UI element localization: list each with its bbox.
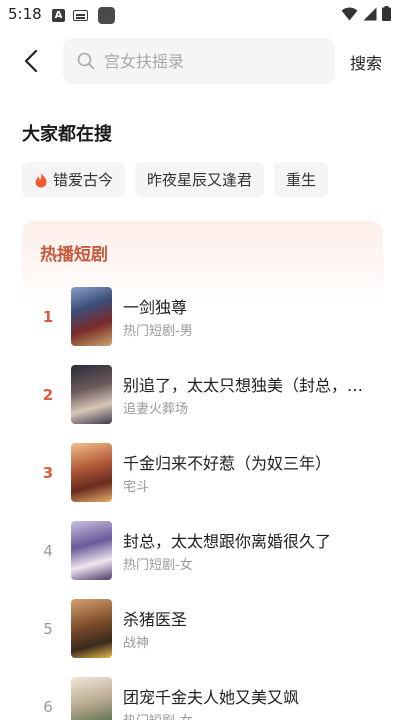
ranking-title: 热播短剧 <box>40 245 108 265</box>
drama-cover <box>71 677 112 720</box>
keyboard-icon <box>73 10 88 21</box>
search-button[interactable]: 搜索 <box>350 50 382 74</box>
drama-title: 别追了，太太只想独美（封总，… <box>123 376 363 395</box>
search-header: 搜索 <box>0 38 405 84</box>
battery-icon <box>382 6 391 21</box>
ranking-item[interactable]: 3 千金归来不好惹（为奴三年） 宅斗 <box>22 443 383 505</box>
fire-icon <box>34 172 48 188</box>
drama-cover <box>71 443 112 502</box>
drama-category: 热门短剧-男 <box>123 324 193 339</box>
drama-title: 千金归来不好惹（为奴三年） <box>123 454 332 473</box>
hot-search-tag-label: 昨夜星辰又逢君 <box>147 171 253 189</box>
signal-icon <box>363 7 377 20</box>
search-input[interactable] <box>104 51 324 71</box>
drama-title: 一剑独尊 <box>123 298 188 317</box>
status-bar: 5:18 A <box>0 0 405 32</box>
status-notification-icons: A <box>52 7 115 24</box>
rank-number: 3 <box>42 464 54 482</box>
app-square-icon <box>98 7 115 24</box>
rank-number: 6 <box>43 698 53 716</box>
hot-search-tag[interactable]: 昨夜星辰又逢君 <box>135 162 265 197</box>
ranking-item[interactable]: 6 团宠千金夫人她又美又飒 热门短剧-女 <box>22 677 383 720</box>
hot-drama-ranking: 热播短剧 1 一剑独尊 热门短剧-男 2 别追了，太太只想独美（封总，… 追妻火… <box>22 221 383 720</box>
drama-title: 杀猪医圣 <box>123 610 188 629</box>
hot-search-tag[interactable]: 错爱古今 <box>22 162 126 197</box>
drama-category: 热门短剧-女 <box>123 710 193 720</box>
drama-title: 团宠千金夫人她又美又飒 <box>123 688 300 707</box>
ranking-item[interactable]: 1 一剑独尊 热门短剧-男 <box>22 287 383 349</box>
chevron-left-icon <box>24 49 38 73</box>
ranking-item[interactable]: 2 别追了，太太只想独美（封总，… 追妻火葬场 <box>22 365 383 427</box>
wifi-icon <box>341 7 358 20</box>
drama-title: 封总，太太想跟你离婚很久了 <box>123 532 332 551</box>
drama-cover <box>71 521 112 580</box>
drama-category: 热门短剧-女 <box>123 558 193 573</box>
ranking-item[interactable]: 4 封总，太太想跟你离婚很久了 热门短剧-女 <box>22 521 383 583</box>
ranking-item[interactable]: 5 杀猪医圣 战神 <box>22 599 383 661</box>
rank-number: 5 <box>43 620 53 638</box>
hot-search-title: 大家都在搜 <box>22 124 112 145</box>
rank-number: 1 <box>42 308 54 326</box>
rank-number: 2 <box>42 386 54 404</box>
search-box[interactable] <box>63 38 335 84</box>
drama-cover <box>71 365 112 424</box>
search-icon <box>77 52 95 70</box>
hot-search-tag[interactable]: 重生 <box>274 162 329 197</box>
drama-category: 战神 <box>123 636 150 651</box>
hot-search-tag-label: 错爱古今 <box>53 171 114 189</box>
hot-search-tags: 错爱古今 昨夜星辰又逢君 重生 <box>22 162 329 197</box>
rank-number: 4 <box>43 542 53 560</box>
drama-category: 宅斗 <box>123 480 150 495</box>
hot-search-tag-label: 重生 <box>286 171 317 189</box>
drama-cover <box>71 599 112 658</box>
drama-cover <box>71 287 112 346</box>
status-system-icons <box>341 6 391 21</box>
status-time: 5:18 <box>8 5 42 23</box>
back-button[interactable] <box>16 46 46 76</box>
drama-category: 追妻火葬场 <box>123 402 189 417</box>
app-a-icon: A <box>52 9 65 22</box>
